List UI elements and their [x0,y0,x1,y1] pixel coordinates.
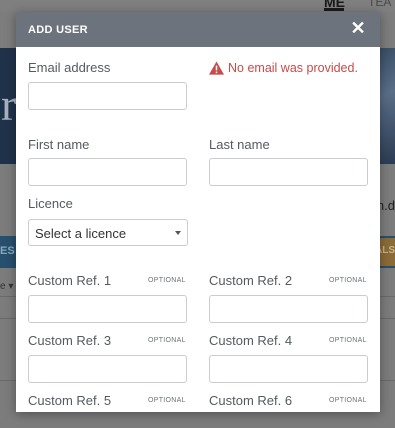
licence-select[interactable]: Select a licence [28,219,188,246]
filter-fragment: e ▾ [0,281,14,292]
last-name-label: Last name [209,137,270,152]
hero-title-fragment: r [1,79,17,130]
custom-ref-3-label: Custom Ref. 3 [28,333,112,348]
hero-image [379,48,395,164]
first-name-field[interactable] [28,158,187,186]
custom-ref-1-field[interactable] [28,295,187,323]
optional-badge: OPTIONAL [148,277,186,284]
action-bar-left: ES [0,245,15,257]
email-label: Email address [28,60,111,75]
custom-ref-2-field[interactable] [209,295,368,323]
close-icon[interactable]: ✕ [348,18,368,38]
licence-select-value: Select a licence [35,226,127,241]
email-field[interactable] [28,82,187,110]
optional-badge: OPTIONAL [148,397,186,404]
licence-label: Licence [28,196,73,211]
nav-active-underline [324,8,344,11]
custom-ref-1-label: Custom Ref. 1 [28,273,112,288]
dialog-header: ADD USER ✕ [16,12,380,47]
custom-ref-2-label: Custom Ref. 2 [209,273,293,288]
optional-badge: OPTIONAL [329,337,367,344]
email-error: No email was provided. [209,61,358,75]
optional-badge: OPTIONAL [148,337,186,344]
warning-icon [209,61,224,75]
nav-item-teams: TEA [368,0,392,9]
custom-ref-3-field[interactable] [28,355,187,383]
chevron-down-icon [175,231,181,235]
add-user-dialog: ADD USER ✕ Email address No email was pr… [16,12,380,412]
optional-badge: OPTIONAL [329,277,367,284]
last-name-field[interactable] [209,158,368,186]
error-message: No email was provided. [228,61,358,75]
first-name-label: First name [28,137,90,152]
dialog-title: ADD USER [28,24,88,36]
custom-ref-5-label: Custom Ref. 5 [28,393,112,408]
custom-ref-6-label: Custom Ref. 6 [209,393,293,408]
top-nav: ME TEA [0,0,395,12]
custom-ref-4-label: Custom Ref. 4 [209,333,293,348]
custom-ref-4-field[interactable] [209,355,368,383]
optional-badge: OPTIONAL [329,397,367,404]
